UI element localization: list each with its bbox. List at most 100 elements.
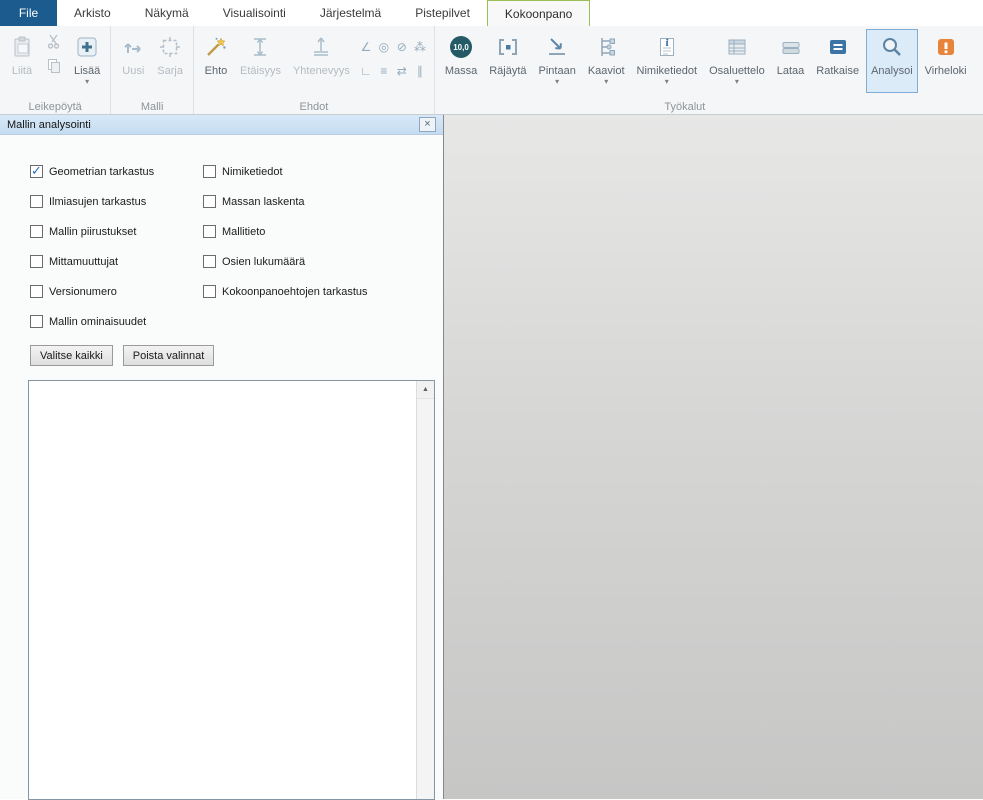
schemes-label: Kaaviot — [588, 65, 625, 77]
checkbox-label: Mallin piirustukset — [49, 226, 136, 238]
group-label-clipboard: Leikepöytä — [0, 101, 110, 113]
panel-button-row: Valitse kaikki Poista valinnat — [30, 345, 443, 366]
load-button[interactable]: Lataa — [772, 29, 810, 93]
checkbox-box — [203, 225, 216, 238]
solve-label: Ratkaise — [816, 65, 859, 77]
chevron-down-icon: ▾ — [85, 78, 89, 85]
explode-label: Räjäytä — [489, 65, 526, 77]
checkbox-versionumero[interactable]: Versionumero — [30, 285, 203, 298]
explode-button[interactable]: Räjäytä — [484, 29, 531, 93]
cut-button[interactable] — [43, 33, 65, 53]
checkbox-nimiketiedot[interactable]: Nimiketiedot — [203, 165, 368, 178]
series-button[interactable]: Sarja — [152, 29, 188, 93]
error-log-button[interactable]: Virheloki — [920, 29, 972, 93]
checkbox-massan-laskenta[interactable]: Massan laskenta — [203, 195, 368, 208]
checkbox-geometrian-tarkastus[interactable]: Geometrian tarkastus — [30, 165, 203, 178]
coincidence-button[interactable]: Yhtenevyys — [288, 29, 355, 93]
distance-button[interactable]: Etäisyys — [235, 29, 286, 93]
to-surface-button[interactable]: Pintaan ▾ — [534, 29, 581, 93]
tab-kokoonpano[interactable]: Kokoonpano — [487, 0, 590, 27]
checkbox-box — [30, 315, 43, 328]
ribbon-group-clipboard: Liitä — [0, 26, 111, 114]
checkbox-box — [203, 285, 216, 298]
checkbox-box — [203, 255, 216, 268]
checkbox-mallin-piirustukset[interactable]: Mallin piirustukset — [30, 225, 203, 238]
menu-bar: File Arkisto Näkymä Visualisointi Järjes… — [0, 0, 983, 27]
checkbox-mittamuuttujat[interactable]: Mittamuuttujat — [30, 255, 203, 268]
group-label-model: Malli — [111, 101, 193, 113]
item-data-icon: i — [655, 32, 679, 62]
parallel-constraint-icon[interactable]: ≡ — [375, 61, 393, 80]
tangent-constraint-icon[interactable]: ⊘ — [393, 37, 411, 56]
file-menu-button[interactable]: File — [0, 0, 57, 26]
ribbon-group-constraints: Ehto Etäisyys Yhtenevyys ∠ ◎ — [194, 26, 435, 114]
solve-button[interactable]: Ratkaise — [811, 29, 864, 93]
model-analysis-panel: Mallin analysointi × Geometrian tarkastu… — [0, 115, 444, 799]
panel-title: Mallin analysointi — [7, 119, 91, 131]
clear-selections-button[interactable]: Poista valinnat — [123, 345, 215, 366]
checkbox-column-right: Nimiketiedot Massan laskenta Mallitieto … — [203, 165, 368, 345]
error-log-icon — [934, 32, 958, 62]
load-label: Lataa — [777, 65, 805, 77]
condition-wand-icon — [204, 32, 228, 62]
viewport[interactable] — [444, 115, 983, 799]
item-data-button[interactable]: i Nimiketiedot ▾ — [632, 29, 703, 93]
perpendicular-constraint-icon[interactable]: ∟ — [357, 61, 375, 80]
analyze-magnifier-icon — [880, 32, 904, 62]
tab-arkisto[interactable]: Arkisto — [57, 0, 128, 26]
tab-pistepilvet[interactable]: Pistepilvet — [398, 0, 487, 26]
intersection-constraint-icon[interactable]: ⁂ — [411, 37, 429, 56]
distance-label: Etäisyys — [240, 65, 281, 77]
mass-button[interactable]: 10,0 Massa — [440, 29, 482, 93]
checkbox-label: Mittamuuttujat — [49, 256, 118, 268]
concentric-constraint-icon[interactable]: ◎ — [375, 37, 393, 56]
new-button[interactable]: Uusi — [116, 29, 150, 93]
svg-text:i: i — [665, 37, 668, 49]
parts-list-label: Osaluettelo — [709, 65, 765, 77]
chevron-down-icon: ▾ — [604, 78, 608, 85]
checkbox-ilmiasujen-tarkastus[interactable]: Ilmiasujen tarkastus — [30, 195, 203, 208]
tab-nakyma[interactable]: Näkymä — [128, 0, 206, 26]
parts-list-icon — [725, 32, 749, 62]
close-icon[interactable]: × — [419, 117, 436, 132]
listbox-scrollbar[interactable]: ▲ — [416, 381, 434, 799]
paste-icon — [10, 32, 34, 62]
cut-icon — [46, 33, 62, 54]
constraint-icon-grid: ∠ ◎ ⊘ ⁂ ∟ ≡ ⇄ ∥ — [357, 37, 429, 80]
checkbox-osien-lukumaara[interactable]: Osien lukumäärä — [203, 255, 368, 268]
angle-constraint-icon[interactable]: ∠ — [357, 37, 375, 56]
checkbox-box-checked — [30, 165, 43, 178]
symmetry-constraint-icon[interactable]: ⇄ — [393, 61, 411, 80]
mass-icon: 10,0 — [450, 32, 472, 62]
checkbox-label: Mallin ominaisuudet — [49, 316, 146, 328]
group-label-tools: Työkalut — [625, 101, 745, 113]
condition-button[interactable]: Ehto — [199, 29, 233, 93]
chevron-down-icon: ▾ — [735, 78, 739, 85]
copy-icon — [46, 58, 62, 79]
checkbox-mallin-ominaisuudet[interactable]: Mallin ominaisuudet — [30, 315, 203, 328]
solve-icon — [826, 32, 850, 62]
results-listbox[interactable]: ▲ — [28, 380, 435, 800]
add-plus-icon — [75, 32, 99, 62]
checkbox-label: Nimiketiedot — [222, 166, 283, 178]
tab-jarjestelma[interactable]: Järjestelmä — [303, 0, 398, 26]
paste-label: Liitä — [12, 65, 32, 77]
add-button[interactable]: Lisää ▾ — [69, 29, 105, 93]
select-all-button[interactable]: Valitse kaikki — [30, 345, 113, 366]
parts-list-button[interactable]: Osaluettelo ▾ — [704, 29, 770, 93]
analyze-button[interactable]: Analysoi — [866, 29, 918, 93]
mass-label: Massa — [445, 65, 477, 77]
checkbox-mallitieto[interactable]: Mallitieto — [203, 225, 368, 238]
checkbox-box — [30, 285, 43, 298]
checkbox-kokoonpanoehtojen-tarkastus[interactable]: Kokoonpanoehtojen tarkastus — [203, 285, 368, 298]
schemes-button[interactable]: Kaaviot ▾ — [583, 29, 630, 93]
tab-visualisointi[interactable]: Visualisointi — [206, 0, 303, 26]
chevron-down-icon: ▾ — [555, 78, 559, 85]
to-surface-label: Pintaan — [539, 65, 576, 77]
copy-button[interactable] — [43, 58, 65, 78]
paste-button[interactable]: Liitä — [5, 29, 39, 93]
scroll-up-icon[interactable]: ▲ — [417, 381, 434, 399]
to-surface-icon — [545, 32, 569, 62]
analyze-label: Analysoi — [871, 65, 913, 77]
coincident-constraint-icon[interactable]: ∥ — [411, 61, 429, 80]
